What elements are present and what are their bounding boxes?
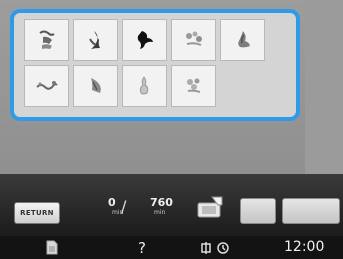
leaf-bird-motif-icon	[88, 31, 100, 49]
status-bar: RETURN 0 min / 760 min	[0, 174, 343, 236]
pattern-key-leaf-bird[interactable]	[73, 19, 118, 61]
pattern-key-empty	[220, 65, 265, 107]
pattern-key-tree[interactable]	[24, 19, 69, 61]
pattern-key-bird[interactable]	[122, 19, 167, 61]
pattern-key-floral[interactable]	[171, 65, 216, 107]
floral-motif-icon	[186, 78, 200, 93]
clock-display: 12:00	[284, 239, 325, 255]
total-stitch-counter: 760 min	[150, 196, 173, 216]
help-button[interactable]: ?	[130, 238, 154, 257]
bottom-bar: ? 12:00	[0, 236, 343, 259]
machine-settings-icon	[201, 242, 229, 254]
garland-motif-icon	[35, 81, 58, 90]
embroidery-screen: RETURN 0 min / 760 min ? 12:00	[0, 0, 343, 259]
embroidery-frame-icon	[197, 196, 223, 218]
pattern-selection-panel	[10, 9, 300, 121]
pattern-key-plant[interactable]	[220, 19, 265, 61]
settings-button[interactable]	[197, 238, 235, 257]
pattern-grid	[24, 19, 290, 107]
return-button[interactable]: RETURN	[14, 202, 60, 224]
flower-spray-motif-icon	[185, 31, 202, 46]
tree-motif-icon	[38, 30, 55, 49]
scroll-area	[305, 0, 343, 175]
counter-separator: /	[121, 197, 127, 216]
vase-motif-icon	[139, 76, 148, 95]
pattern-key-garland[interactable]	[24, 65, 69, 107]
pattern-key-vase[interactable]	[122, 65, 167, 107]
bouquet-motif-icon	[90, 78, 101, 93]
layout-button[interactable]	[240, 198, 276, 224]
plant-motif-icon	[237, 31, 250, 48]
current-stitch-value: 0	[108, 196, 116, 209]
document-icon	[46, 240, 58, 255]
file-button[interactable]	[40, 238, 64, 257]
stitch-status-button[interactable]	[282, 198, 340, 224]
total-stitch-value: 760	[150, 196, 173, 209]
total-stitch-unit: min	[154, 209, 166, 216]
pattern-key-bouquet[interactable]	[73, 65, 118, 107]
bird-motif-icon	[137, 31, 153, 49]
pattern-key-flower-spray[interactable]	[171, 19, 216, 61]
